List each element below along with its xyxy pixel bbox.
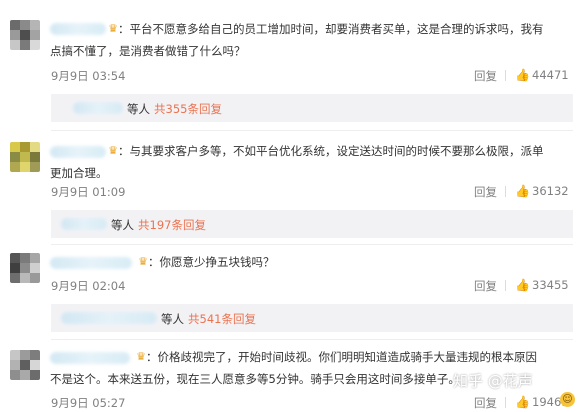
like-button[interactable]: 👍 33455 — [515, 278, 569, 292]
thumb-up-icon: 👍 — [515, 395, 530, 409]
thumb-up-icon: 👍 — [515, 278, 530, 292]
comment-time: 9月9日 01:09 — [51, 185, 126, 199]
smile-emoji-icon: ☺ — [560, 392, 575, 407]
reply-button[interactable]: 回复 — [474, 184, 497, 200]
comment-text-line-1: ：价格歧视完了，开始时间歧视。你们明明知道造成骑手大量违规的根本原因 — [146, 350, 537, 364]
like-count: 36132 — [532, 184, 569, 198]
divider — [505, 186, 506, 197]
reply-thread-bar[interactable]: 等人 共541条回复 — [51, 304, 573, 332]
more-replies-link[interactable]: 共355条回复 — [154, 101, 222, 117]
username-blurred[interactable] — [50, 352, 130, 364]
divider — [51, 130, 573, 131]
like-count: 44471 — [532, 68, 569, 82]
comment-text-line-1: ：与其要求客户多等，不如平台优化系统，设定送达时间的时候不要那么极限，派单 — [118, 144, 544, 158]
more-replies-link[interactable]: 共197条回复 — [138, 217, 206, 233]
avatar[interactable] — [10, 142, 40, 172]
reply-usernames-blurred — [73, 102, 123, 114]
divider — [505, 397, 506, 408]
divider — [505, 70, 506, 81]
reply-thread-bar[interactable]: 等人 共355条回复 — [51, 94, 573, 122]
reply-usernames-blurred — [61, 312, 157, 324]
like-count: 33455 — [532, 278, 569, 292]
like-button[interactable]: 👍 36132 — [515, 184, 569, 198]
reply-button[interactable]: 回复 — [474, 395, 497, 411]
username-blurred[interactable] — [50, 257, 132, 269]
more-replies-link[interactable]: 共541条回复 — [188, 311, 256, 327]
reply-thread-bar[interactable]: 等人 共197条回复 — [51, 210, 573, 238]
reply-button[interactable]: 回复 — [474, 278, 497, 294]
comment-text-line-2: 更加合理。 — [50, 166, 108, 180]
reply-usernames-blurred — [61, 218, 107, 230]
thumb-up-icon: 👍 — [515, 184, 530, 198]
reply-thread-who: 等人 — [127, 102, 150, 116]
avatar[interactable] — [10, 350, 40, 380]
avatar[interactable] — [10, 253, 40, 283]
comment-time: 9月9日 05:27 — [51, 396, 126, 410]
comment-text-line-1: ：平台不愿意多给自己的员工增加时间，却要消费者买单，这是合理的诉求吗，我有 — [118, 22, 544, 36]
comment-text-line-1: ：你愿意少挣五块钱吗？ — [148, 255, 275, 269]
comment-text-line-2: 点搞不懂了，是消费者做错了什么吗？ — [50, 44, 246, 58]
username-blurred[interactable] — [50, 23, 106, 35]
comment-time: 9月9日 03:54 — [51, 69, 126, 83]
reply-thread-who: 等人 — [161, 312, 184, 326]
username-blurred[interactable] — [50, 146, 106, 158]
like-button[interactable]: 👍 44471 — [515, 68, 569, 82]
zhihu-watermark: 知乎 @花声 — [453, 372, 533, 390]
divider — [505, 280, 506, 291]
comment-text-line-2: 不是这个。本来送五份，现在三人愿意多等5分钟。骑手只会用这时间多接单子。 — [50, 372, 460, 386]
divider — [51, 339, 573, 340]
avatar[interactable] — [10, 20, 40, 50]
reply-button[interactable]: 回复 — [474, 68, 497, 84]
reply-thread-who: 等人 — [111, 218, 134, 232]
comment-time: 9月9日 02:04 — [51, 279, 126, 293]
thumb-up-icon: 👍 — [515, 68, 530, 82]
divider — [51, 244, 573, 245]
